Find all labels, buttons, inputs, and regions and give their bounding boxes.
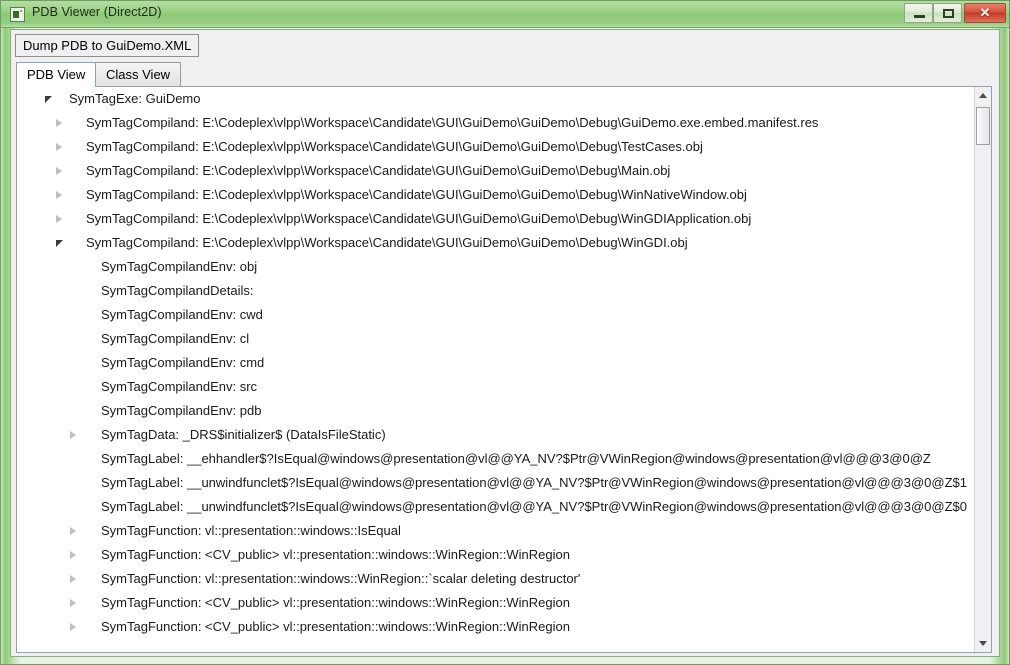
tree-row-label: SymTagCompilandDetails: xyxy=(101,283,254,298)
minimize-button[interactable] xyxy=(904,3,933,23)
close-icon: ✕ xyxy=(979,5,991,20)
expand-arrow-closed-icon[interactable] xyxy=(70,527,76,535)
tree-row-label: SymTagCompilandEnv: cl xyxy=(101,331,250,346)
minimize-icon xyxy=(914,15,925,18)
tree-row[interactable]: SymTagLabel: __unwindfunclet$?IsEqual@wi… xyxy=(17,471,974,495)
tree-row-label: SymTagLabel: __unwindfunclet$?IsEqual@wi… xyxy=(101,475,967,490)
client-area: Dump PDB to GuiDemo.XML PDB View Class Vi… xyxy=(10,29,1000,657)
tree-row[interactable]: SymTagLabel: __ehhandler$?IsEqual@window… xyxy=(17,447,974,471)
window-title: PDB Viewer (Direct2D) xyxy=(32,5,162,19)
vertical-scrollbar[interactable] xyxy=(974,87,991,652)
tree-row-label: SymTagFunction: <CV_public> vl::presenta… xyxy=(101,619,570,634)
tree-row[interactable]: SymTagData: _DRS$initializer$ (DataIsFil… xyxy=(17,423,974,447)
tree-row-label: SymTagFunction: <CV_public> vl::presenta… xyxy=(101,595,570,610)
tree-row[interactable]: SymTagExe: GuiDemo xyxy=(17,87,974,111)
tree-row-label: SymTagCompiland: E:\Codeplex\vlpp\Worksp… xyxy=(86,235,688,250)
application-window: PDB Viewer (Direct2D) ✕ Dump PDB to GuiD… xyxy=(0,0,1010,665)
tree-row-label: SymTagCompilandEnv: cwd xyxy=(101,307,263,322)
tab-pdb-view[interactable]: PDB View xyxy=(16,62,97,87)
expand-arrow-closed-icon[interactable] xyxy=(56,215,62,223)
tree-row-label: SymTagCompiland: E:\Codeplex\vlpp\Worksp… xyxy=(86,115,819,130)
tree-row-label: SymTagCompiland: E:\Codeplex\vlpp\Worksp… xyxy=(86,211,752,226)
expand-arrow-closed-icon[interactable] xyxy=(56,191,62,199)
expand-arrow-open-icon[interactable] xyxy=(56,240,63,247)
tree-row[interactable]: SymTagCompiland: E:\Codeplex\vlpp\Worksp… xyxy=(17,135,974,159)
tree-row[interactable]: SymTagCompiland: E:\Codeplex\vlpp\Worksp… xyxy=(17,231,974,255)
expand-arrow-closed-icon[interactable] xyxy=(70,575,76,583)
tree-row[interactable]: SymTagCompilandDetails: xyxy=(17,279,974,303)
dump-pdb-button[interactable]: Dump PDB to GuiDemo.XML xyxy=(15,34,200,57)
scroll-up-icon xyxy=(979,93,987,98)
expand-arrow-closed-icon[interactable] xyxy=(56,167,62,175)
tree-row[interactable]: SymTagCompilandEnv: cwd xyxy=(17,303,974,327)
tree-row[interactable] xyxy=(17,639,974,649)
tab-class-view[interactable]: Class View xyxy=(95,62,182,86)
tree-row[interactable]: SymTagFunction: <CV_public> vl::presenta… xyxy=(17,591,974,615)
expand-arrow-closed-icon[interactable] xyxy=(70,623,76,631)
tree-row-label: SymTagData: _DRS$initializer$ (DataIsFil… xyxy=(101,427,386,442)
tree-row[interactable]: SymTagFunction: vl::presentation::window… xyxy=(17,519,974,543)
tree-row-label: SymTagFunction: vl::presentation::window… xyxy=(101,571,581,586)
expand-arrow-closed-icon[interactable] xyxy=(70,431,76,439)
tree-row-label: SymTagCompiland: E:\Codeplex\vlpp\Worksp… xyxy=(86,187,747,202)
tree-row-label: SymTagCompilandEnv: obj xyxy=(101,259,258,274)
tree-row[interactable]: SymTagCompiland: E:\Codeplex\vlpp\Worksp… xyxy=(17,183,974,207)
expand-arrow-open-icon[interactable] xyxy=(45,96,52,103)
tree-row-label: SymTagCompilandEnv: src xyxy=(101,379,258,394)
tree-row-label: SymTagLabel: __ehhandler$?IsEqual@window… xyxy=(101,451,931,466)
tree-row[interactable]: SymTagCompiland: E:\Codeplex\vlpp\Worksp… xyxy=(17,159,974,183)
scroll-down-button[interactable] xyxy=(975,635,991,652)
tree-row[interactable]: SymTagCompilandEnv: obj xyxy=(17,255,974,279)
tree-row[interactable]: SymTagCompilandEnv: pdb xyxy=(17,399,974,423)
pdb-tree-panel: SymTagExe: GuiDemo SymTagCompiland: E:\Co… xyxy=(16,86,992,653)
tree-row-label: SymTagExe: GuiDemo xyxy=(69,91,201,106)
tree-row-label: SymTagCompilandEnv: cmd xyxy=(101,355,265,370)
expand-arrow-closed-icon[interactable] xyxy=(56,119,62,127)
scroll-up-button[interactable] xyxy=(975,87,991,104)
expand-arrow-closed-icon[interactable] xyxy=(70,599,76,607)
tree-row-label: SymTagCompilandEnv: pdb xyxy=(101,403,262,418)
tree-row[interactable]: SymTagFunction: <CV_public> vl::presenta… xyxy=(17,543,974,567)
tree-row[interactable]: SymTagLabel: __unwindfunclet$?IsEqual@wi… xyxy=(17,495,974,519)
expand-arrow-closed-icon[interactable] xyxy=(56,143,62,151)
tree-row-label: SymTagCompiland: E:\Codeplex\vlpp\Worksp… xyxy=(86,139,703,154)
tree-row-label: SymTagFunction: vl::presentation::window… xyxy=(101,523,401,538)
scroll-down-icon xyxy=(979,641,987,646)
tree-row[interactable]: SymTagFunction: vl::presentation::window… xyxy=(17,567,974,591)
title-bar[interactable]: PDB Viewer (Direct2D) ✕ xyxy=(1,1,1009,28)
tab-strip: PDB View Class View xyxy=(16,62,992,87)
tree-row[interactable]: SymTagCompilandEnv: cl xyxy=(17,327,974,351)
tree-row[interactable]: SymTagCompiland: E:\Codeplex\vlpp\Worksp… xyxy=(17,111,974,135)
maximize-button[interactable] xyxy=(933,3,962,23)
tree-row[interactable]: SymTagCompilandEnv: src xyxy=(17,375,974,399)
maximize-icon xyxy=(943,9,954,18)
close-button[interactable]: ✕ xyxy=(964,3,1006,23)
tree-row-label: SymTagFunction: <CV_public> vl::presenta… xyxy=(101,547,570,562)
tree-row-label: SymTagCompiland: E:\Codeplex\vlpp\Worksp… xyxy=(86,163,671,178)
tree-row[interactable]: SymTagCompiland: E:\Codeplex\vlpp\Worksp… xyxy=(17,207,974,231)
scrollbar-thumb[interactable] xyxy=(976,107,990,145)
tree-row-label: SymTagLabel: __unwindfunclet$?IsEqual@wi… xyxy=(101,499,967,514)
tree-row[interactable]: SymTagCompilandEnv: cmd xyxy=(17,351,974,375)
tree-rows: SymTagExe: GuiDemo SymTagCompiland: E:\Co… xyxy=(17,87,974,652)
app-icon xyxy=(10,7,25,22)
tree-row[interactable]: SymTagFunction: <CV_public> vl::presenta… xyxy=(17,615,974,639)
expand-arrow-closed-icon[interactable] xyxy=(70,551,76,559)
